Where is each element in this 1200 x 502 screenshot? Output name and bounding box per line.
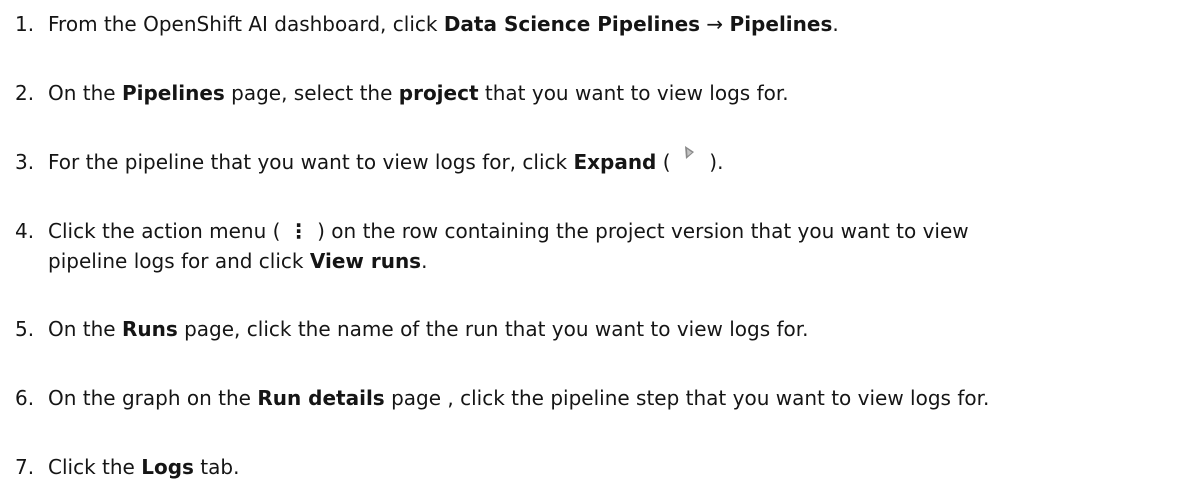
ui-term-logs: Logs	[141, 455, 194, 479]
step-text-part: On the	[48, 81, 122, 105]
step-number: 4.	[15, 219, 35, 243]
step-text-part: Click the	[48, 455, 142, 479]
ui-term-pipelines: Pipelines	[729, 12, 833, 36]
ui-term-project: project	[398, 81, 479, 105]
step-text-part: .	[421, 249, 428, 273]
step-text-part: On the graph on the	[48, 386, 258, 410]
step-text-part: pipeline logs for and click	[48, 249, 310, 273]
step-text-part: ) on the row containing the project vers…	[310, 219, 969, 243]
step-text-line: pipeline logs for and click View runs.	[48, 246, 969, 276]
step-number: 3.	[15, 150, 35, 174]
step-text-part: .	[832, 12, 839, 36]
step-text-part: ).	[702, 150, 724, 174]
step-number: 7.	[15, 455, 35, 479]
kebab-menu-icon: ⋮	[288, 219, 309, 243]
step-text-part: Click the action menu (	[48, 219, 287, 243]
ui-term-pipelines: Pipelines	[121, 81, 225, 105]
step-text-part: page, click the name of the run that you…	[177, 317, 809, 341]
ui-term-data-science-pipelines: Data Science Pipelines	[443, 12, 701, 36]
step-text: On the graph on the Run details page , c…	[48, 383, 989, 413]
step-text: On the Runs page, click the name of the …	[48, 314, 809, 344]
step-text-part: On the	[48, 317, 122, 341]
expand-chevron-icon	[684, 146, 694, 159]
step-text-part: (	[656, 150, 677, 174]
ui-term-view-runs: View runs	[309, 249, 422, 273]
arrow-separator: →	[700, 12, 730, 36]
step-text-part: tab.	[193, 455, 240, 479]
step-text: From the OpenShift AI dashboard, click D…	[48, 9, 839, 39]
step-text-part: page, select the	[224, 81, 399, 105]
ui-term-run-details: Run details	[257, 386, 385, 410]
step-text-part: that you want to view logs for.	[478, 81, 789, 105]
step-text: Click the Logs tab.	[48, 452, 239, 482]
step-text: Click the action menu ( ⋮ ) on the row c…	[48, 216, 969, 276]
step-text: On the Pipelines page, select the projec…	[48, 78, 789, 108]
step-text: For the pipeline that you want to view l…	[48, 146, 724, 177]
step-text-line: Click the action menu ( ⋮ ) on the row c…	[48, 216, 969, 246]
step-text-part: For the pipeline that you want to view l…	[48, 150, 574, 174]
ui-term-expand: Expand	[573, 150, 657, 174]
step-text-part: From the OpenShift AI dashboard, click	[48, 12, 444, 36]
step-number: 1.	[15, 12, 35, 36]
step-number: 2.	[15, 81, 35, 105]
step-number: 5.	[15, 317, 35, 341]
step-text-part: page , click the pipeline step that you …	[384, 386, 990, 410]
ui-term-runs: Runs	[121, 317, 178, 341]
step-number: 6.	[15, 386, 35, 410]
